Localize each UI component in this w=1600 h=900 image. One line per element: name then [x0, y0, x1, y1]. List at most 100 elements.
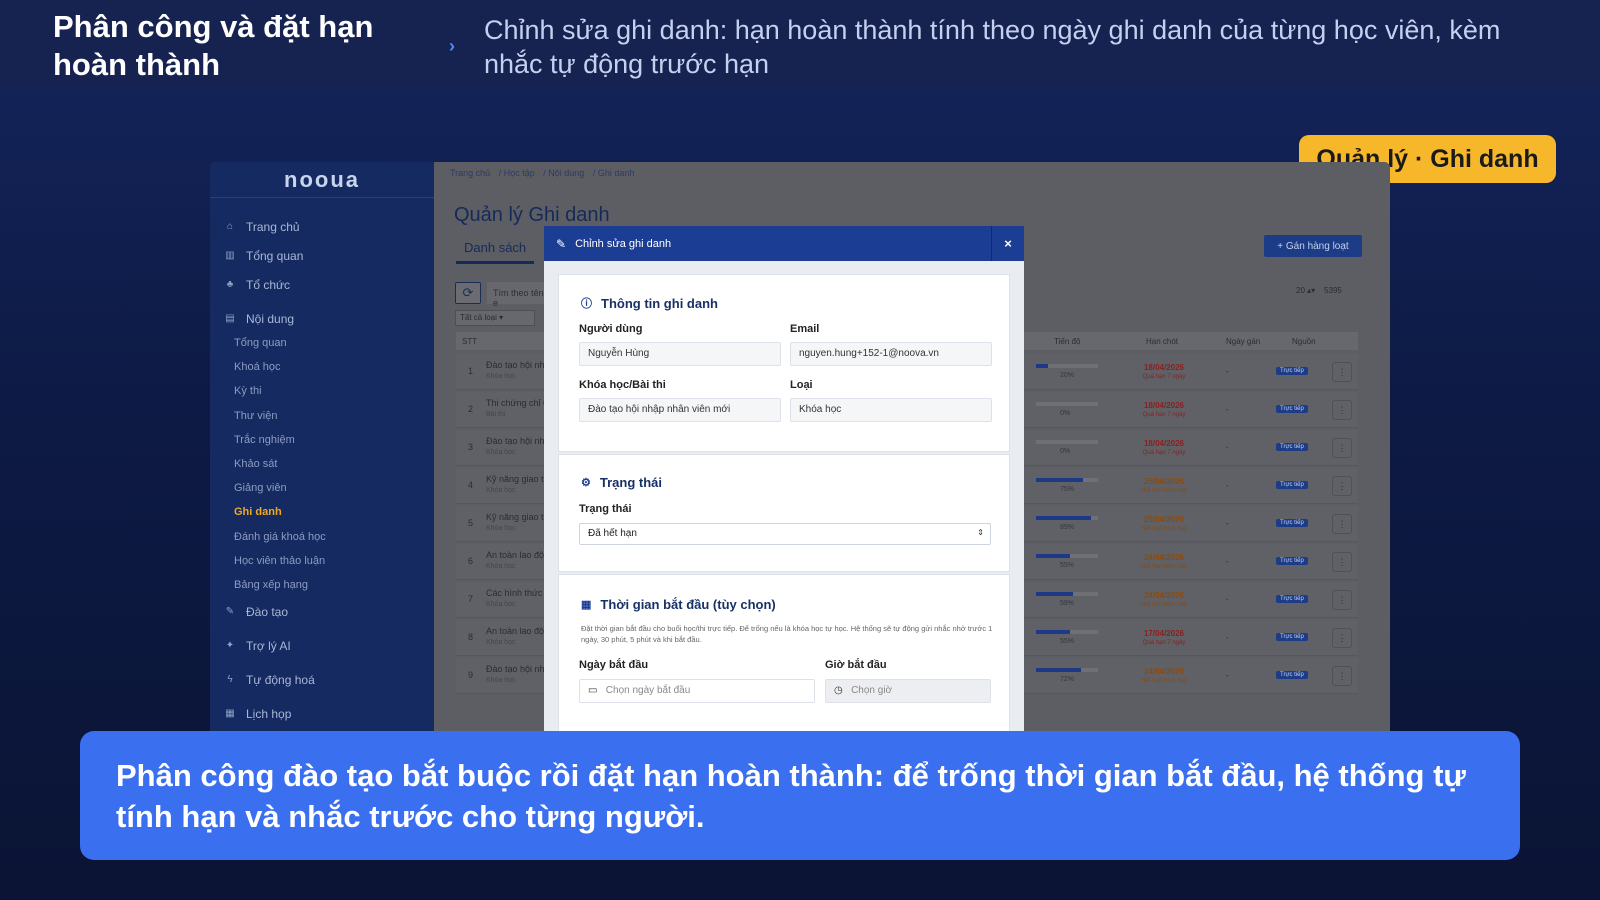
row-type: Khóa học: [486, 525, 516, 532]
section-subtitle: Chỉnh sửa ghi danh: hạn hoàn thành tính …: [484, 15, 1501, 79]
progress-percent: 20%: [1060, 372, 1075, 379]
more-options-icon[interactable]: ⋮: [1332, 628, 1352, 648]
deadline-date: 25/04/2026: [1143, 477, 1185, 486]
more-options-icon[interactable]: ⋮: [1332, 400, 1352, 420]
subnav-item[interactable]: Ghi danh: [234, 506, 282, 518]
assigned-date: -: [1226, 481, 1229, 490]
gear-icon: ⚙: [581, 477, 591, 489]
subnav-item[interactable]: Kỳ thi: [234, 385, 262, 397]
sidebar-item[interactable]: ✦ Trợ lý AI: [224, 639, 291, 653]
calendar-icon: ▦: [225, 708, 235, 719]
subnav-item[interactable]: Khoá học: [234, 361, 280, 373]
progress-percent: 0%: [1060, 410, 1071, 417]
status-select[interactable]: Đã hết hạn ⇕: [579, 523, 991, 545]
deadline-status: Quá hạn 7 ngày: [1142, 450, 1186, 456]
row-stt: 1: [468, 366, 474, 376]
subnav-item[interactable]: Giảng viên: [234, 482, 287, 494]
assigned-date: -: [1226, 595, 1229, 604]
deadline-date: 18/04/2026: [1143, 439, 1185, 448]
bulk-assign-button[interactable]: + Gán hàng loạt: [1264, 235, 1362, 257]
progress-percent: 72%: [1060, 676, 1075, 683]
sidebar-item[interactable]: ▥ Tổng quan: [224, 249, 303, 263]
source-badge: Trực tiếp: [1276, 443, 1308, 451]
more-options-icon[interactable]: ⋮: [1332, 552, 1352, 572]
row-type: Khóa học: [486, 639, 516, 646]
more-options-icon[interactable]: ⋮: [1332, 666, 1352, 686]
close-icon[interactable]: ×: [991, 226, 1024, 261]
progress-bar: [1036, 516, 1098, 520]
sidebar-item-label: Tổng quan: [246, 249, 304, 263]
subnav-item[interactable]: Trắc nghiệm: [234, 434, 295, 446]
sidebar-item-label: Lịch họp: [246, 707, 292, 721]
progress-percent: 75%: [1060, 486, 1075, 493]
progress-bar: [1036, 402, 1098, 406]
progress-percent: 0%: [1060, 448, 1071, 455]
edit-icon: ✎: [556, 236, 567, 251]
sidebar-item[interactable]: ♣ Tổ chức: [224, 278, 290, 292]
col-source: Nguồn: [1292, 337, 1316, 346]
more-options-icon[interactable]: ⋮: [1332, 514, 1352, 534]
sidebar-item[interactable]: ▤ Nội dung: [224, 312, 294, 326]
sidebar-item-label: Tự động hoá: [246, 673, 315, 687]
subnav-item[interactable]: Bảng xếp hạng: [234, 579, 308, 591]
tab-list[interactable]: Danh sách: [456, 240, 535, 264]
start-time-placeholder: Chọn giờ: [851, 685, 893, 696]
progress-percent: 55%: [1060, 562, 1075, 569]
select-arrows-icon: ⇕: [977, 528, 984, 537]
status-heading: Trạng thái: [599, 475, 662, 490]
deadline-status: Hết hạn hôm nay: [1141, 488, 1187, 494]
breadcrumb-item[interactable]: / Học tập: [499, 168, 535, 178]
more-options-icon[interactable]: ⋮: [1332, 476, 1352, 496]
progress-bar: [1036, 668, 1098, 672]
progress-fill: [1036, 592, 1073, 596]
progress-bar: [1036, 478, 1098, 482]
deadline-status: Hết hạn hôm nay: [1141, 602, 1187, 608]
type-filter-value: Tất cả loại: [460, 313, 497, 322]
sidebar-item[interactable]: ⌂ Trang chủ: [224, 220, 300, 234]
sidebar-item-label: Nội dung: [246, 312, 295, 326]
caption-banner: Phân công đào tạo bắt buộc rồi đặt hạn h…: [80, 731, 1520, 860]
book-icon: ▤: [225, 313, 235, 324]
page-size-select[interactable]: 20: [1296, 286, 1305, 295]
sidebar-item[interactable]: ▦ Lịch họp: [224, 707, 291, 721]
sidebar-item[interactable]: ϟ Tự động hoá: [224, 673, 315, 687]
deadline-date: 18/04/2026: [1143, 363, 1185, 372]
progress-fill: [1036, 630, 1071, 634]
subnav-item[interactable]: Đánh giá khoá học: [234, 531, 326, 543]
sidebar-item-label: Trang chủ: [246, 220, 300, 234]
more-options-icon[interactable]: ⋮: [1332, 590, 1352, 610]
more-options-icon[interactable]: ⋮: [1332, 362, 1352, 382]
progress-fill: [1036, 668, 1081, 672]
type-filter-select[interactable]: Tất cả loại ▾: [455, 310, 535, 326]
sidebar: nooua ⌂ Trang chủ ▥ Tổng quan ♣ Tổ chức ▤ Nội d…: [210, 162, 434, 830]
breadcrumb-item[interactable]: Trang chủ: [450, 168, 490, 178]
more-options-icon[interactable]: ⋮: [1332, 438, 1352, 458]
start-date-label: Ngày bắt đầu: [579, 659, 649, 671]
assigned-date: -: [1226, 519, 1229, 528]
user-label: Người dùng: [579, 323, 643, 335]
user-field: Nguyễn Hùng: [579, 342, 781, 366]
row-type: Khóa học: [486, 601, 516, 608]
start-time-input[interactable]: ◷ Chọn giờ: [825, 679, 991, 703]
row-type: Khóa học: [486, 487, 516, 494]
col-stt: STT: [462, 337, 478, 346]
edit-enrollment-modal: ✎ Chỉnh sửa ghi danh × ⓘ Thông tin ghi d…: [544, 226, 1024, 736]
start-date-input[interactable]: ▭ Chọn ngày bắt đầu: [579, 679, 815, 703]
deadline-date: 17/04/2026: [1143, 629, 1185, 638]
subnav-item[interactable]: Tổng quan: [234, 337, 287, 349]
subnav-item[interactable]: Học viên thảo luận: [234, 555, 325, 567]
start-time-help: Đặt thời gian bắt đầu cho buổi học/thi t…: [581, 624, 993, 644]
sparkle-icon: ✦: [225, 640, 235, 651]
deadline-status: Hết hạn hôm nay: [1141, 564, 1187, 570]
progress-percent: 89%: [1060, 524, 1075, 531]
modal-title: Chỉnh sửa ghi danh: [575, 237, 672, 250]
type-field: Khóa học: [790, 398, 992, 422]
breadcrumb-item[interactable]: / Nội dung: [543, 168, 584, 178]
subnav-item[interactable]: Thư viện: [234, 410, 277, 422]
deadline-date: 25/04/2026: [1143, 515, 1185, 524]
sidebar-item[interactable]: ✎ Đào tạo: [224, 605, 288, 619]
subnav-item[interactable]: Khảo sát: [234, 458, 277, 470]
row-type: Bài thi: [486, 411, 506, 418]
row-type: Khóa học: [486, 563, 516, 570]
refresh-icon[interactable]: ⟳: [455, 282, 481, 304]
